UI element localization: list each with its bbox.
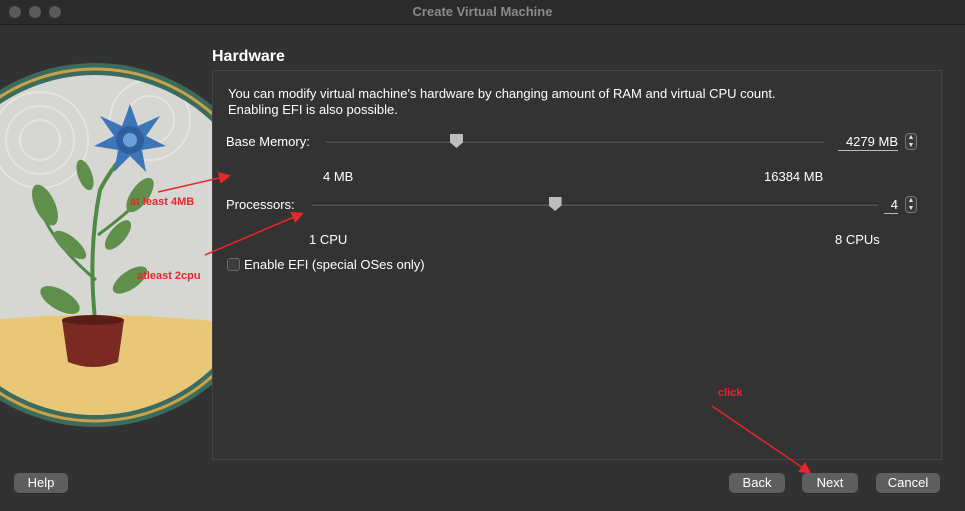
processors-slider-track[interactable] [312,203,878,206]
back-button[interactable]: Back [729,473,785,493]
memory-annotation: at least 4MB [130,196,195,208]
processors-spinbox[interactable]: ▲ ▼ [905,196,917,213]
click-annotation: click [718,387,743,399]
base-memory-slider-track[interactable] [326,140,824,143]
cancel-button[interactable]: Cancel [876,473,940,493]
description-text: You can modify virtual machine's hardwar… [228,86,868,118]
processors-min-label: 1 CPU [309,232,348,247]
base-memory-min-label: 4 MB [323,169,354,184]
description-line-2: Enabling EFI is also possible. [228,102,398,117]
window-title: Create Virtual Machine [412,4,553,19]
title-bar: Create Virtual Machine [0,0,965,25]
enable-efi-checkbox[interactable] [227,258,240,271]
cpu-annotation: atleast 2cpu [137,270,201,282]
processors-value-field[interactable]: 4 [884,197,898,214]
enable-efi-label: Enable EFI (special OSes only) [244,257,425,272]
base-memory-label: Base Memory: [226,134,310,149]
description-line-1: You can modify virtual machine's hardwar… [228,86,776,101]
next-button[interactable]: Next [802,473,858,493]
base-memory-spinbox[interactable]: ▲ ▼ [905,133,917,150]
page-title: Hardware [212,48,285,65]
chevron-down-icon[interactable]: ▼ [906,142,916,150]
processors-label: Processors: [226,197,295,212]
chevron-down-icon[interactable]: ▼ [906,205,916,213]
wizard-illustration [0,63,230,427]
processors-max-label: 8 CPUs [835,232,880,247]
create-vm-window: Create Virtual Machine Hardware You can … [0,0,965,511]
base-memory-max-label: 16384 MB [764,169,824,184]
base-memory-value-field[interactable]: 4279 MB [838,134,898,151]
help-button[interactable]: Help [14,473,68,493]
chevron-up-icon[interactable]: ▲ [906,134,916,142]
chevron-up-icon[interactable]: ▲ [906,197,916,205]
